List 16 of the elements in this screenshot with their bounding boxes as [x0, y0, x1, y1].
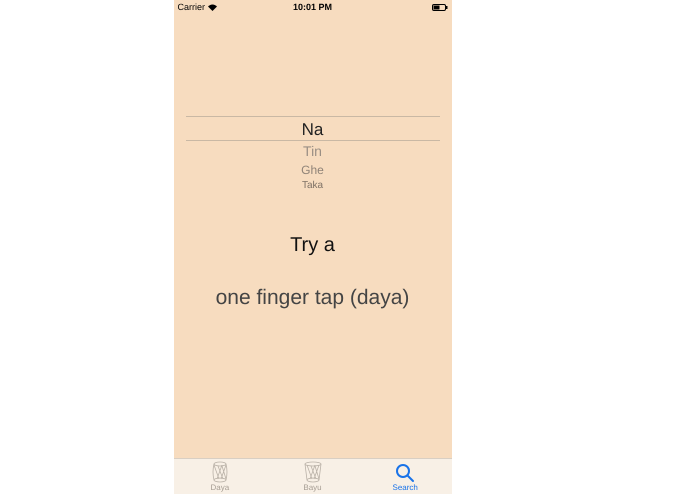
search-icon — [395, 463, 416, 483]
wifi-icon — [208, 4, 218, 11]
picker-item[interactable]: Tin — [303, 141, 322, 160]
carrier-label: Carrier — [178, 0, 206, 14]
battery-icon — [432, 4, 448, 11]
tab-button[interactable]: Search — [358, 459, 452, 494]
tab-button[interactable]: Daya — [174, 459, 266, 494]
picker-item[interactable]: Taka — [302, 178, 324, 192]
drum-icon — [210, 461, 230, 483]
drum-icon — [302, 461, 322, 483]
picker-item[interactable]: Na — [186, 116, 440, 141]
clock-time: 10:01 PM — [292, 0, 332, 14]
picker-item[interactable]: Ghe — [301, 160, 324, 178]
prompt-title: Try a — [290, 233, 335, 258]
tab-button[interactable]: Bayu — [266, 459, 359, 494]
prompt-instruction: one finger tap (daya) — [216, 285, 410, 311]
